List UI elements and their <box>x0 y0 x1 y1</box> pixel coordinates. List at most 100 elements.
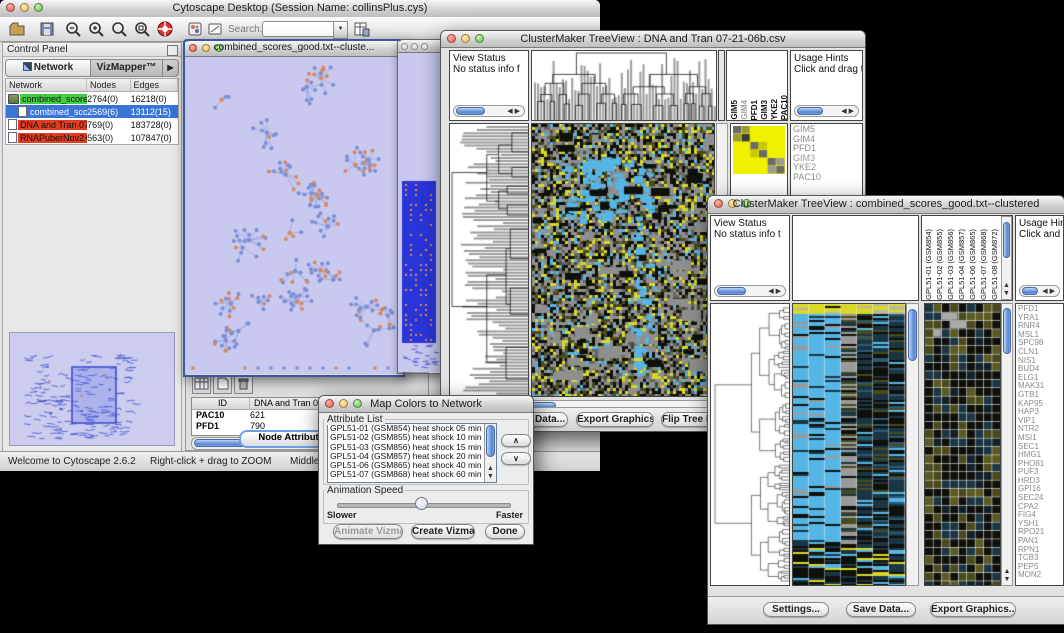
network-view-window: combined_scores_good.txt--cluste... <box>183 39 405 377</box>
minimize-icon[interactable] <box>411 43 418 50</box>
tv1-status-hscrollbar[interactable]: ◀▶ <box>453 105 525 117</box>
network-row[interactable]: RNAPuberNov2+| 563(0) 107847(0) <box>6 131 178 144</box>
tv2-zoom-heatmap[interactable] <box>924 303 1001 586</box>
attribute-item[interactable]: GPL51-07 (GSM868) heat shock 60 min <box>328 470 496 479</box>
column-label[interactable]: GPL51-07 (GSM868) <box>979 229 988 300</box>
network-list-header[interactable]: Network Nodes Edges <box>6 79 178 92</box>
column-label[interactable]: GPL51-08 (GSM872) <box>990 229 999 300</box>
network-view-titlebar[interactable]: combined_scores_good.txt--cluste... <box>185 41 403 57</box>
network-row[interactable]: combined_scores 2764(0) 16218(0) <box>6 92 178 105</box>
tab-overflow-icon[interactable]: ▶ <box>163 59 179 77</box>
network-canvas-2[interactable] <box>398 53 442 372</box>
export-graphics-button[interactable]: Export Graphics... <box>930 602 1016 617</box>
column-label[interactable]: GIM5 <box>730 100 739 120</box>
tv1-hints-hscrollbar[interactable]: ◀▶ <box>794 105 859 117</box>
treeview1-title: ClusterMaker TreeView : DNA and Tran 07-… <box>441 33 865 45</box>
zoom-out-icon[interactable] <box>64 20 82 38</box>
done-button[interactable]: Done <box>485 524 525 539</box>
search-label: Search: <box>228 24 262 35</box>
tv2-hints-hscrollbar[interactable]: ◀▶ <box>1019 285 1060 297</box>
faster-label: Faster <box>496 510 523 520</box>
animate-vizmap-button[interactable]: Animate Vizmap <box>333 524 403 539</box>
network-canvas[interactable] <box>185 57 399 374</box>
tv1-gene-list: GIM5GIM4PFD1GIM3YKE2PAC10 <box>791 124 862 182</box>
table-import-icon[interactable] <box>352 20 370 38</box>
save-icon[interactable] <box>38 20 56 38</box>
tab-network[interactable]: Network <box>5 59 91 77</box>
zoom-fit-icon[interactable] <box>133 20 151 38</box>
search-dropdown-icon[interactable]: ▼ <box>333 21 348 39</box>
column-label[interactable]: GPL51-06 (GSM865) <box>968 229 977 300</box>
column-label[interactable]: GIM4 <box>740 100 749 120</box>
dialog-title: Map Colors to Network <box>319 398 533 410</box>
float-panel-icon[interactable] <box>167 45 178 56</box>
tv2-column-labels: GPL51-01 (GSM854)GPL51-02 (GSM855)GPL51-… <box>921 215 1013 301</box>
tv2-heatmap[interactable] <box>792 303 906 586</box>
move-up-button[interactable]: ∧ <box>501 434 531 447</box>
treeview2-title: ClusterMaker TreeView : combined_scores_… <box>708 198 1064 210</box>
tab-vizmapper[interactable]: VizMapper™ <box>91 59 163 77</box>
attribute-list[interactable]: GPL51-01 (GSM854) heat shock 05 minGPL51… <box>327 423 497 483</box>
tv2-zoom-vscrollbar[interactable]: ▲▼ <box>1001 303 1013 586</box>
column-label[interactable]: GPL51-02 (GSM855) <box>935 229 944 300</box>
new-attribute-icon[interactable] <box>213 376 232 394</box>
network-type-icon <box>18 106 27 117</box>
dialog-titlebar[interactable]: Map Colors to Network <box>319 396 533 413</box>
gene-label[interactable]: PAC10 <box>793 173 862 183</box>
zoom-in-icon[interactable] <box>87 20 105 38</box>
save-data-button[interactable]: Save Data... <box>846 602 916 617</box>
tv2-collabel-vscrollbar[interactable]: ▲▼ <box>1001 216 1012 300</box>
tv1-splitter[interactable] <box>718 50 725 121</box>
control-panel-tabs: Network VizMapper™ ▶ <box>3 57 181 77</box>
gene-label[interactable]: MON2 <box>1018 571 1063 580</box>
network-type-icon <box>8 132 17 143</box>
vizmapper-icon[interactable] <box>186 20 204 38</box>
control-panel-title: Control Panel <box>3 43 181 57</box>
tv1-view-status-panel: View StatusNo status info f ◀▶ <box>449 50 529 121</box>
search-input[interactable] <box>262 21 336 37</box>
tv1-column-labels: GIM5GIM4PFD1GIM3YKE2PAC10 <box>726 50 788 121</box>
zoom-selected-icon[interactable] <box>110 20 128 38</box>
network-view-window-2 <box>397 39 445 374</box>
select-attributes-icon[interactable] <box>192 376 211 394</box>
tv1-mini-heatmap[interactable] <box>733 126 785 174</box>
network-row[interactable]: combined_sco 2569(6) 13112(15) <box>6 105 178 118</box>
column-label[interactable]: GPL51-03 (GSM856) <box>946 229 955 300</box>
column-label[interactable]: YKE2 <box>770 99 779 120</box>
column-label[interactable]: GPL51-01 (GSM854) <box>924 229 933 300</box>
settings-button[interactable]: Settings... <box>763 602 829 617</box>
tv1-column-label-list: GIM5GIM4PFD1GIM3YKE2PAC10 <box>727 51 787 120</box>
attribute-list-vscrollbar[interactable]: ▲▼ <box>484 424 496 482</box>
create-vizmap-button[interactable]: Create Vizmap <box>411 524 475 539</box>
slider-thumb[interactable] <box>415 497 428 510</box>
tv1-row-dendrogram[interactable] <box>449 123 529 397</box>
close-icon[interactable] <box>401 43 408 50</box>
tv2-status-hscrollbar[interactable]: ◀▶ <box>714 285 786 297</box>
column-label[interactable]: GIM3 <box>760 100 769 120</box>
open-file-icon[interactable] <box>8 20 26 38</box>
tv1-heatmap[interactable] <box>531 123 715 397</box>
tv1-usage-hints-panel: Usage HintsClick and drag to ◀▶ <box>790 50 863 121</box>
help-lifebuoy-icon[interactable] <box>156 20 174 38</box>
tv2-row-dendrogram[interactable] <box>710 303 790 586</box>
annotation-icon[interactable] <box>206 20 224 38</box>
tv2-heatmap-vscrollbar[interactable] <box>906 303 919 586</box>
network-row[interactable]: DNA and Tran 07 769(0) 183728(0) <box>6 118 178 131</box>
treeview2-titlebar[interactable]: ClusterMaker TreeView : combined_scores_… <box>708 196 1064 214</box>
tv1-column-dendrogram[interactable] <box>531 50 717 121</box>
main-titlebar[interactable]: Cytoscape Desktop (Session Name: collins… <box>0 0 600 18</box>
column-label[interactable]: PAC10 <box>780 95 788 120</box>
network-view-2-titlebar[interactable] <box>398 40 444 53</box>
tv2-column-dendrogram[interactable] <box>792 215 919 301</box>
column-label[interactable]: GPL51-04 (GSM857) <box>957 229 966 300</box>
delete-attribute-icon[interactable] <box>234 376 253 394</box>
export-graphics-button[interactable]: Export Graphics... <box>576 412 654 427</box>
slower-label: Slower <box>327 510 357 520</box>
treeview1-titlebar[interactable]: ClusterMaker TreeView : DNA and Tran 07-… <box>441 31 865 48</box>
zoom-window-icon[interactable] <box>421 43 428 50</box>
network-overview-thumbnail[interactable] <box>9 332 175 446</box>
column-label[interactable]: PFD1 <box>750 100 759 120</box>
network-view-title: combined_scores_good.txt--cluste... <box>185 42 403 53</box>
overview-canvas[interactable] <box>10 333 174 445</box>
move-down-button[interactable]: ∨ <box>501 452 531 465</box>
